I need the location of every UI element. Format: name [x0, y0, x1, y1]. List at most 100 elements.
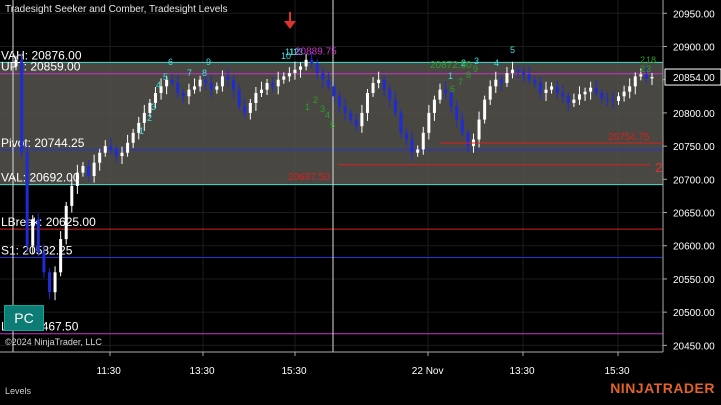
price-tick-label: 20950.00 [673, 9, 715, 20]
price-tick-label: 20600.00 [673, 242, 715, 253]
candle-body [326, 79, 330, 87]
candle-body [265, 83, 269, 90]
candle-body [220, 76, 224, 87]
seeker-count: 5 [510, 45, 515, 55]
candle-body [81, 166, 85, 173]
candle-body [399, 112, 403, 133]
seeker-count: 1 [139, 126, 144, 136]
time-tick-label: 13:30 [190, 366, 215, 377]
candle-body [416, 149, 420, 153]
candle-body [209, 83, 213, 90]
candle-body [271, 83, 275, 87]
candle-body [170, 79, 174, 84]
candle-body [516, 69, 520, 72]
candle-body [572, 99, 576, 103]
chart-window: VAH: 20876.00 UPT: 20859.00 Pivot: 20744.2… [0, 0, 721, 400]
candle-body [444, 89, 448, 93]
candle-body [449, 92, 453, 107]
seeker-count: 4 [156, 80, 161, 90]
comber-count: 8 [466, 70, 471, 80]
candle-body [460, 119, 464, 133]
candle-body [594, 87, 598, 93]
candle-body [527, 74, 531, 80]
candle-body [237, 89, 241, 107]
candle-body [282, 76, 286, 80]
candle-body [20, 59, 24, 153]
price-tick-label: 20900.00 [673, 42, 715, 53]
candle-body [438, 89, 442, 100]
candle-body [59, 239, 63, 273]
tab-levels[interactable]: Levels [5, 386, 31, 396]
candle-body [650, 77, 654, 79]
comber-count: 8 [651, 55, 656, 65]
candle-body [42, 252, 46, 273]
target-label: 2 [655, 160, 662, 175]
candle-body [142, 112, 146, 123]
level-label: LBreak: 20625.00 [1, 215, 96, 229]
candle-body [259, 89, 263, 93]
candle-body [622, 91, 626, 97]
candle-body [114, 149, 118, 157]
candle-body [338, 96, 342, 107]
candle-body [466, 132, 470, 147]
seeker-count: 6 [168, 57, 173, 67]
price-tick-label: 20800.00 [673, 109, 715, 120]
candle-body [566, 96, 570, 103]
candle-body [92, 162, 96, 176]
candle-body [70, 185, 74, 206]
candle-body [432, 99, 436, 113]
candle-body [639, 74, 643, 77]
time-tick-label: 13:30 [510, 366, 535, 377]
seeker-count: 5 [163, 72, 168, 82]
candle-body [589, 87, 593, 92]
candle-body [243, 106, 247, 113]
time-tick-label: 15:30 [282, 366, 307, 377]
candle-body [98, 152, 102, 163]
candle-body [360, 112, 364, 127]
candle-body [64, 205, 68, 240]
candle-body [332, 86, 336, 97]
comber-count: 2 [313, 95, 318, 105]
candle-body [276, 79, 280, 87]
price-chart[interactable]: VAH: 20876.00UPT: 20859.00Pivot: 20744.2… [0, 0, 721, 400]
candle-body [405, 132, 409, 140]
candle-body [31, 219, 35, 246]
candle-body [293, 69, 297, 74]
candle-body [254, 92, 258, 103]
candle-body [315, 63, 319, 74]
candle-body [193, 86, 197, 90]
comber-count: 9 [473, 64, 478, 74]
current-price-label: 20854.00 [673, 73, 715, 84]
candle-body [304, 59, 308, 67]
candle-body [310, 59, 314, 64]
comber-count: 3 [646, 64, 651, 74]
annotation-red-lower: 20697.50 [288, 172, 330, 183]
candle-body [550, 86, 554, 90]
candle-body [410, 139, 414, 153]
candle-body [533, 79, 537, 84]
time-tick-label: 11:30 [97, 366, 122, 377]
seeker-count: 4 [494, 58, 499, 68]
candle-body [393, 99, 397, 113]
pc-button[interactable]: PC [4, 305, 44, 331]
candle-body [455, 106, 459, 120]
candle-body [522, 71, 526, 75]
seeker-count: 8 [202, 68, 207, 78]
candle-body [287, 73, 291, 77]
annotation-green: 20872.50 [430, 60, 472, 71]
candle-body [382, 79, 386, 90]
time-tick-label: 22 Nov [412, 366, 444, 377]
candle-body [365, 92, 369, 113]
candle-body [14, 59, 18, 67]
candle-body [226, 76, 230, 80]
seeker-count: 3 [151, 102, 156, 112]
time-tick-label: 15:30 [605, 366, 630, 377]
seeker-count: 7 [187, 68, 192, 78]
candle-body [215, 86, 219, 90]
annotation-red-upper: 20754.75 [608, 132, 650, 143]
candle-body [544, 89, 548, 93]
comber-count: 7 [458, 77, 463, 87]
candle-body [421, 132, 425, 150]
candle-body [600, 92, 604, 99]
candle-body [343, 106, 347, 113]
